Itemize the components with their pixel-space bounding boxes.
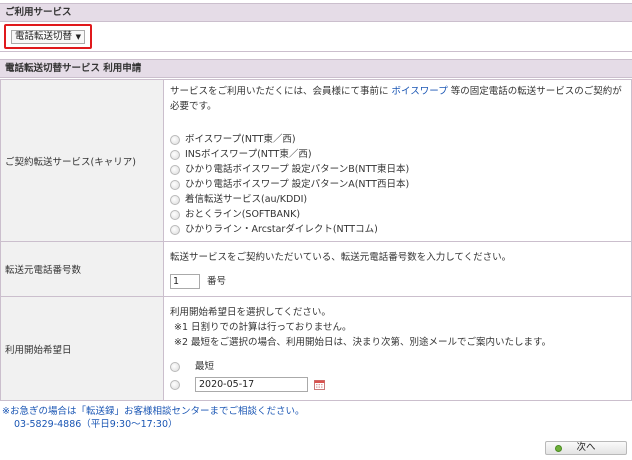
earliest-label: 最短	[195, 361, 215, 372]
next-bullet-icon	[555, 445, 562, 452]
radio-icon[interactable]	[170, 164, 180, 175]
service-select[interactable]: 電話転送切替 ▼	[11, 30, 85, 44]
date-input[interactable]: 2020-05-17	[195, 377, 308, 392]
carrier-option[interactable]: ひかりライン・Arcstarダイレクト(NTTコム)	[170, 222, 625, 237]
service-section-header: ご利用サービス	[0, 3, 632, 22]
carrier-option-label: おとくライン(SOFTBANK)	[185, 209, 301, 220]
date-option-specific[interactable]: 2020-05-17	[170, 377, 625, 392]
carrier-option-label: ボイスワープ(NTT東／西)	[185, 134, 296, 145]
carrier-option-label: ひかり電話ボイスワープ 設定パターンA(NTT西日本)	[185, 179, 410, 190]
date-option-earliest[interactable]: 最短	[170, 359, 625, 374]
carrier-option[interactable]: INSボイスワープ(NTT東／西)	[170, 147, 625, 162]
carrier-intro-text: サービスをご利用いただくには、会員様にて事前に	[170, 86, 389, 97]
date-note-1: ※1 日割りでの計算は行っておりません。	[174, 322, 352, 333]
radio-icon[interactable]	[170, 361, 180, 372]
voicewarp-link[interactable]: ボイスワープ	[392, 86, 448, 97]
phone-count-input[interactable]: 1	[170, 273, 200, 289]
radio-icon[interactable]	[170, 179, 180, 190]
radio-icon[interactable]	[170, 194, 180, 205]
radio-icon[interactable]	[170, 134, 180, 145]
count-cell: 転送サービスをご契約いただいている、転送元電話番号数を入力してください。 1 番…	[163, 241, 632, 297]
radio-icon[interactable]	[170, 379, 180, 390]
count-unit: 番号	[207, 275, 227, 287]
carrier-option[interactable]: ひかり電話ボイスワープ 設定パターンB(NTT東日本)	[170, 162, 625, 177]
radio-icon[interactable]	[170, 209, 180, 220]
carrier-option-label: 着信転送サービス(au/KDDI)	[185, 194, 308, 205]
contact-note: ※お急ぎの場合は「転送録」お客様相談センターまでご相談ください。 03-5829…	[2, 405, 304, 431]
carrier-label: ご契約転送サービス(キャリア)	[0, 79, 164, 242]
count-description: 転送サービスをご契約いただいている、転送元電話番号数を入力してください。	[170, 251, 512, 263]
next-button-label: 次へ	[576, 442, 596, 453]
carrier-option[interactable]: ボイスワープ(NTT東／西)	[170, 132, 625, 147]
carrier-option-label: ひかり電話ボイスワープ 設定パターンB(NTT東日本)	[185, 164, 410, 175]
application-form: ご契約転送サービス(キャリア) サービスをご利用いただくには、会員様にて事前に …	[0, 79, 632, 401]
carrier-intro: サービスをご利用いただくには、会員様にて事前に ボイスワープ 等の固定電話の転送…	[170, 84, 625, 114]
date-label: 利用開始希望日	[0, 296, 164, 401]
dropdown-arrow-icon: ▼	[75, 33, 81, 41]
radio-icon[interactable]	[170, 224, 180, 235]
date-cell: 利用開始希望日を選択してください。 ※1 日割りでの計算は行っておりません。 ※…	[163, 296, 632, 401]
calendar-icon[interactable]	[314, 379, 325, 390]
service-select-value: 電話転送切替	[15, 31, 73, 42]
next-button[interactable]: 次へ	[545, 441, 627, 455]
carrier-option[interactable]: ひかり電話ボイスワープ 設定パターンA(NTT西日本)	[170, 177, 625, 192]
count-label: 転送元電話番号数	[0, 241, 164, 297]
service-select-area: 電話転送切替 ▼	[0, 22, 632, 52]
application-section-header: 電話転送切替サービス 利用申請	[0, 59, 632, 78]
carrier-option-label: ひかりライン・Arcstarダイレクト(NTTコム)	[185, 224, 378, 235]
date-note-2: ※2 最短をご選択の場合、利用開始日は、決まり次第、別途メールでご案内いたします…	[174, 337, 552, 348]
radio-icon[interactable]	[170, 149, 180, 160]
contact-phone: 03-5829-4886（平日9:30～17:30）	[14, 419, 178, 430]
contact-note-line1: ※お急ぎの場合は「転送録」お客様相談センターまでご相談ください。	[2, 406, 305, 417]
count-input-row: 1 番号	[170, 273, 625, 289]
highlight-frame: 電話転送切替 ▼	[4, 24, 92, 49]
date-instruction: 利用開始希望日を選択してください。	[170, 307, 331, 318]
carrier-option[interactable]: 着信転送サービス(au/KDDI)	[170, 192, 625, 207]
carrier-option[interactable]: おとくライン(SOFTBANK)	[170, 207, 625, 222]
carrier-option-label: INSボイスワープ(NTT東／西)	[185, 149, 312, 160]
carrier-cell: サービスをご利用いただくには、会員様にて事前に ボイスワープ 等の固定電話の転送…	[163, 79, 632, 242]
